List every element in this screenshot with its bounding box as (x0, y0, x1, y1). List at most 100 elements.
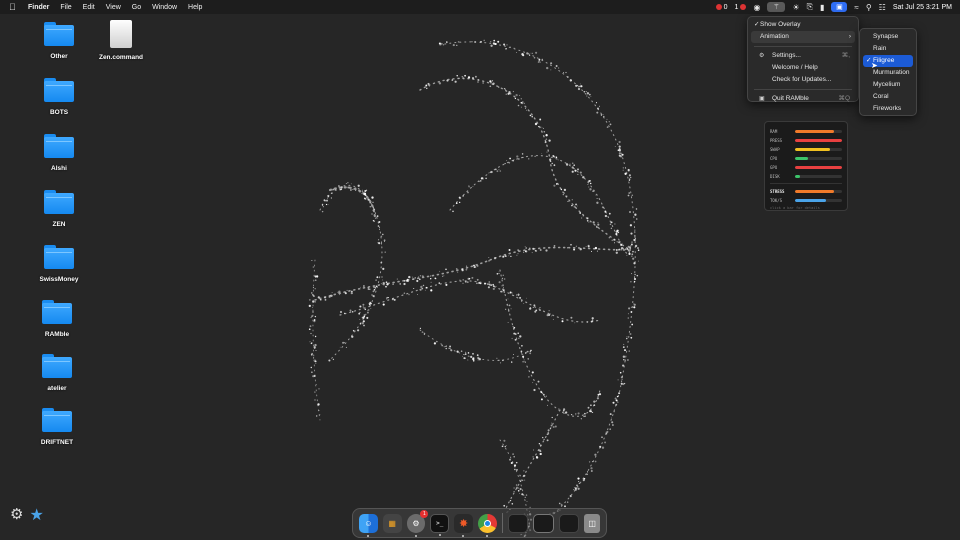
menu-go[interactable]: Go (132, 4, 141, 11)
ramble-icon[interactable]: ✸ (454, 513, 473, 537)
stat-row-swap[interactable]: SWAP (770, 145, 842, 154)
stat-row-stress[interactable]: STRESS (770, 187, 842, 196)
stat-row-disk[interactable]: DISK (770, 172, 842, 181)
particle (386, 298, 388, 300)
particle (570, 243, 572, 246)
clock[interactable]: Sat Jul 25 3:21 PM (893, 4, 952, 11)
battery-icon[interactable]: ▮ (820, 3, 824, 12)
particle (629, 249, 631, 251)
stat-track[interactable] (795, 199, 842, 202)
particle (575, 203, 578, 206)
particle (416, 293, 419, 296)
folder-zen[interactable]: ZEN (29, 190, 89, 228)
menu-help[interactable]: Help (188, 4, 202, 11)
stat-track[interactable] (795, 130, 842, 133)
menu-edit[interactable]: Edit (83, 4, 95, 11)
stat-track[interactable] (795, 139, 842, 142)
menu-view[interactable]: View (106, 4, 121, 11)
particle (510, 255, 512, 258)
folder-driftnet[interactable]: DRIFTNET (27, 408, 87, 446)
stat-track[interactable] (795, 175, 842, 178)
terminal-icon[interactable]: >_ (430, 513, 450, 536)
particle (539, 61, 541, 63)
stat-track[interactable] (795, 157, 842, 160)
particle (412, 278, 414, 280)
ramble-tray-icon[interactable]: ⚚ (767, 2, 786, 12)
system-settings-icon[interactable]: ⚙ 1 (406, 509, 429, 537)
search-icon[interactable]: ⚲ (866, 3, 872, 12)
particle (621, 378, 623, 380)
particle (533, 388, 536, 392)
menu-file[interactable]: File (60, 4, 71, 11)
particle (508, 310, 510, 312)
particle (373, 208, 376, 211)
particle (484, 282, 486, 285)
particle (386, 283, 389, 286)
folder-other[interactable]: Other (29, 22, 89, 60)
menu-item-check-updates[interactable]: Check for Updates... (751, 74, 855, 86)
submenu-item-rain[interactable]: Rain (863, 43, 913, 55)
folder-swissmoney[interactable]: SwissMoney (29, 245, 89, 283)
window-thumbnail[interactable] (559, 513, 580, 533)
particle (430, 278, 432, 280)
wifi-icon[interactable]: ≈ (854, 3, 858, 12)
tray-counter-b[interactable]: 1 (735, 4, 747, 11)
finder-icon[interactable]: ☺ (359, 513, 378, 537)
menu-item-quit[interactable]: ▣ Quit RAMble ⌘Q (751, 93, 855, 105)
particle (586, 471, 589, 473)
menu-item-welcome-help[interactable]: Welcome / Help (751, 62, 855, 74)
menu-window[interactable]: Window (152, 4, 177, 11)
trash-icon[interactable]: ◫ (584, 513, 601, 533)
particle (577, 87, 581, 91)
folder-ramble[interactable]: RAMble (27, 300, 87, 338)
submenu-item-coral[interactable]: Coral (863, 91, 913, 103)
folder-bots[interactable]: BOTS (29, 78, 89, 116)
folder-atelier[interactable]: atelier (27, 354, 87, 392)
robot-icon[interactable]: ⚙ (10, 505, 23, 525)
chrome-icon[interactable] (478, 513, 497, 537)
stat-row-ram[interactable]: RAM (770, 127, 842, 136)
stat-track[interactable] (795, 148, 842, 151)
submenu-item-mycelium[interactable]: Mycelium (863, 79, 913, 91)
stat-label: DISK (770, 174, 780, 179)
particle (620, 243, 623, 246)
menu-item-show-overlay[interactable]: ✓ Show Overlay (751, 19, 855, 31)
sun-icon[interactable]: ☀ (792, 3, 799, 12)
particle (634, 213, 637, 216)
clipboard-icon[interactable]: ⎘ (807, 2, 813, 12)
file-zen-command[interactable]: Zen.command (91, 20, 151, 61)
menu-finder[interactable]: Finder (28, 4, 49, 11)
folder-icon (44, 190, 74, 214)
stat-label: STRESS (770, 189, 785, 194)
screen-mirroring-icon[interactable]: ▣ (831, 2, 848, 12)
apple-menu-icon[interactable]:  (9, 0, 19, 14)
stat-row-cpu[interactable]: CPU (770, 154, 842, 163)
particle (621, 247, 623, 249)
folder-alshi[interactable]: Alshi (29, 134, 89, 172)
submenu-item-fireworks[interactable]: Fireworks (863, 103, 913, 115)
runner-robot-icon[interactable]: ★ (29, 505, 43, 525)
stat-row-tok[interactable]: TOK/S (770, 196, 842, 205)
stat-row-press[interactable]: PRESS (770, 136, 842, 145)
particle (541, 153, 543, 154)
record-icon[interactable]: ◉ (753, 3, 760, 12)
stat-row-gpu[interactable]: GPU (770, 163, 842, 172)
particle (632, 257, 635, 260)
particle (626, 359, 629, 361)
launchpad-icon[interactable]: ▦ (382, 513, 402, 533)
particle (571, 204, 573, 207)
particle (601, 206, 604, 209)
window-thumbnail[interactable] (532, 513, 555, 533)
particle (524, 246, 526, 248)
stat-track[interactable] (795, 190, 842, 193)
control-center-icon[interactable]: ☷ (879, 3, 886, 12)
submenu-item-synapse[interactable]: Synapse (863, 31, 913, 43)
particle (349, 309, 352, 312)
stat-track[interactable] (795, 166, 842, 169)
particle (499, 170, 502, 172)
tray-counter-a[interactable]: 0 (715, 4, 728, 11)
menu-item-animation[interactable]: Animation › (751, 31, 855, 43)
menu-item-settings[interactable]: ⚙ Settings... ⌘, (751, 50, 855, 62)
window-thumbnail[interactable] (507, 513, 528, 533)
particle (507, 298, 509, 300)
